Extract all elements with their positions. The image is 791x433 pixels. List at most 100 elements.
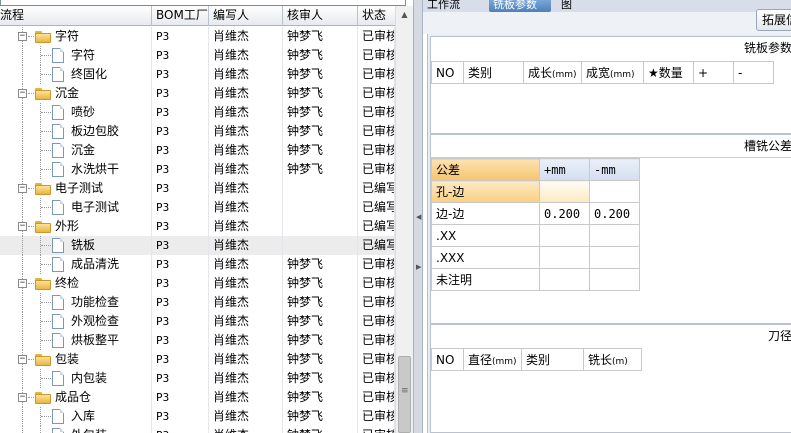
tolerance-plus-input[interactable]: 0.200 [539, 202, 590, 225]
column-header-writer[interactable]: 编写人 [209, 6, 283, 26]
writer-cell: 肖维杰 [209, 407, 283, 426]
tolerance-column-header[interactable]: 公差 [431, 158, 540, 181]
tree-step-row[interactable]: 电子测试 P3 肖维杰 已编写 [0, 198, 395, 217]
column-header-process[interactable]: 流程 [0, 6, 152, 26]
tree-step-row[interactable]: 入库 P3 肖维杰 钟梦飞 已审核 [0, 407, 395, 426]
tab-milling-params[interactable]: 铣板参数 [489, 0, 551, 12]
process-tree-panel: 流程 BOM工厂 编写人 核审人 状态 − 字符 P3 肖维杰 钟梦飞 已审核 字符 P3 肖维… [0, 0, 413, 433]
status-cell: 已审核 [358, 84, 395, 103]
column-header[interactable]: 类别 [463, 61, 524, 84]
tolerance-minus-input[interactable] [589, 246, 640, 269]
tree-folder-row[interactable]: − 成品仓 P3 肖维杰 钟梦飞 已审核 [0, 388, 395, 407]
tolerance-minus-input[interactable] [589, 268, 640, 291]
tree-folder-row[interactable]: − 字符 P3 肖维杰 钟梦飞 已审核 [0, 27, 395, 46]
column-header-reviewer[interactable]: 核审人 [283, 6, 358, 26]
document-icon [52, 200, 64, 215]
tree-node-label: 终固化 [71, 67, 108, 81]
tree-guide-line [22, 103, 23, 122]
column-header-bom-factory[interactable]: BOM工厂 [152, 6, 209, 26]
collapse-toggle-icon[interactable]: − [18, 393, 27, 402]
document-icon [52, 371, 64, 386]
tab-diagram[interactable]: 图 [557, 0, 581, 12]
tree-node-label: 喷砂 [71, 105, 96, 119]
column-header-status[interactable]: 状态 [358, 6, 395, 26]
tree-step-row[interactable]: 功能检查 P3 肖维杰 钟梦飞 已审核 [0, 293, 395, 312]
column-header[interactable]: 类别 [521, 348, 584, 371]
tolerance-minus-input[interactable]: 0.200 [589, 202, 640, 225]
bom-factory-cell: P3 [152, 350, 209, 369]
status-cell: 已审核 [358, 255, 395, 274]
bom-factory-cell: P3 [152, 179, 209, 198]
tab-workflow[interactable]: 工作流 [423, 0, 483, 12]
tolerance-label: 边-边 [431, 202, 540, 225]
collapse-toggle-icon[interactable]: − [18, 222, 27, 231]
bom-factory-cell: P3 [152, 65, 209, 84]
tree-folder-row[interactable]: − 电子测试 P3 肖维杰 已编写 [0, 179, 395, 198]
tree-step-row[interactable]: 外观检查 P3 肖维杰 钟梦飞 已审核 [0, 312, 395, 331]
tree-folder-row[interactable]: − 沉金 P3 肖维杰 钟梦飞 已审核 [0, 84, 395, 103]
column-header-unit: (mm) [492, 357, 517, 367]
tree-step-row[interactable]: 成品清洗 P3 肖维杰 钟梦飞 已审核 [0, 255, 395, 274]
tree-folder-row[interactable]: − 包装 P3 肖维杰 钟梦飞 已审核 [0, 350, 395, 369]
tree-step-row[interactable]: 外包装 P3肖维杰钟梦飞已审核 [0, 426, 395, 433]
tree-step-row[interactable]: 烘板整平 P3 肖维杰 钟梦飞 已审核 [0, 331, 395, 350]
reviewer-cell: 钟梦飞 [283, 255, 358, 274]
tree-vertical-scrollbar[interactable]: ▲ ≡ [395, 6, 413, 433]
tolerance-plus-input[interactable] [539, 180, 590, 203]
scroll-up-arrow-icon[interactable]: ▲ [396, 6, 413, 23]
column-header[interactable]: + [693, 61, 734, 84]
column-header[interactable]: 铣长(m) [583, 348, 642, 371]
collapse-toggle-icon[interactable]: − [18, 89, 27, 98]
writer-cell: 肖维杰 [209, 217, 283, 236]
column-header[interactable]: ★数量 [643, 61, 694, 84]
collapse-toggle-icon[interactable]: − [18, 184, 27, 193]
tree-step-row[interactable]: 铣板 P3 肖维杰 已编写 [0, 236, 395, 255]
tolerance-plus-input[interactable] [539, 268, 590, 291]
tree-node-label: 水洗烘干 [71, 162, 120, 176]
tree-step-row[interactable]: 内包装 P3 肖维杰 钟梦飞 已审核 [0, 369, 395, 388]
tolerance-column-header[interactable]: +mm [539, 158, 590, 181]
process-cell: − 外形 [0, 217, 152, 236]
panel-splitter[interactable]: ◀ ▶ [413, 0, 423, 433]
tree-step-row[interactable]: 字符 P3 肖维杰 钟梦飞 已审核 [0, 46, 395, 65]
tolerance-column-header[interactable]: -mm [589, 158, 640, 181]
collapse-right-icon[interactable]: ▶ [416, 262, 421, 272]
writer-cell: 肖维杰 [209, 103, 283, 122]
column-header[interactable]: 直径(mm) [463, 348, 522, 371]
tree-step-row[interactable]: 沉金 P3 肖维杰 钟梦飞 已审核 [0, 141, 395, 160]
column-header[interactable]: 成宽(mm) [581, 61, 644, 84]
column-header[interactable]: 成长(mm) [523, 61, 582, 84]
collapse-toggle-icon[interactable]: − [18, 32, 27, 41]
column-header[interactable]: NO [431, 61, 464, 84]
status-cell: 已审核 [358, 312, 395, 331]
tolerance-minus-input[interactable] [589, 224, 640, 247]
scrollbar-thumb[interactable]: ≡ [398, 356, 411, 433]
tree-node-label: 沉金 [55, 86, 80, 100]
document-icon [52, 238, 64, 253]
column-header[interactable]: NO [431, 348, 464, 371]
tree-folder-row[interactable]: − 终检 P3 肖维杰 钟梦飞 已审核 [0, 274, 395, 293]
tree-step-row[interactable]: 板边包胶 P3 肖维杰 钟梦飞 已审核 [0, 122, 395, 141]
reviewer-cell [283, 179, 358, 198]
tolerance-minus-input[interactable] [589, 180, 640, 203]
reviewer-cell: 钟梦飞 [283, 65, 358, 84]
tree-folder-row[interactable]: − 外形 P3 肖维杰 已编写 [0, 217, 395, 236]
tolerance-plus-input[interactable] [539, 246, 590, 269]
tree-step-row[interactable]: 水洗烘干 P3 肖维杰 钟梦飞 已审核 [0, 160, 395, 179]
tree-step-row[interactable]: 喷砂 P3 肖维杰 钟梦飞 已审核 [0, 103, 395, 122]
process-cell: − 终检 [0, 274, 152, 293]
collapse-toggle-icon[interactable]: − [18, 355, 27, 364]
column-header[interactable]: - [733, 61, 774, 84]
collapse-left-icon[interactable]: ◀ [416, 212, 421, 222]
writer-cell: 肖维杰 [209, 27, 283, 46]
expand-info-button[interactable]: 拓展信息 [756, 9, 791, 31]
tree-node-label: 字符 [71, 48, 96, 62]
tolerance-plus-input[interactable] [539, 224, 590, 247]
collapse-toggle-icon[interactable]: − [18, 279, 27, 288]
tree-step-row[interactable]: 终固化 P3 肖维杰 钟梦飞 已审核 [0, 65, 395, 84]
reviewer-cell: 钟梦飞 [283, 122, 358, 141]
process-cell: 铣板 [0, 236, 152, 255]
tree-guide-line [41, 245, 51, 246]
bom-factory-cell: P3 [152, 122, 209, 141]
tree-guide-line [22, 293, 23, 312]
